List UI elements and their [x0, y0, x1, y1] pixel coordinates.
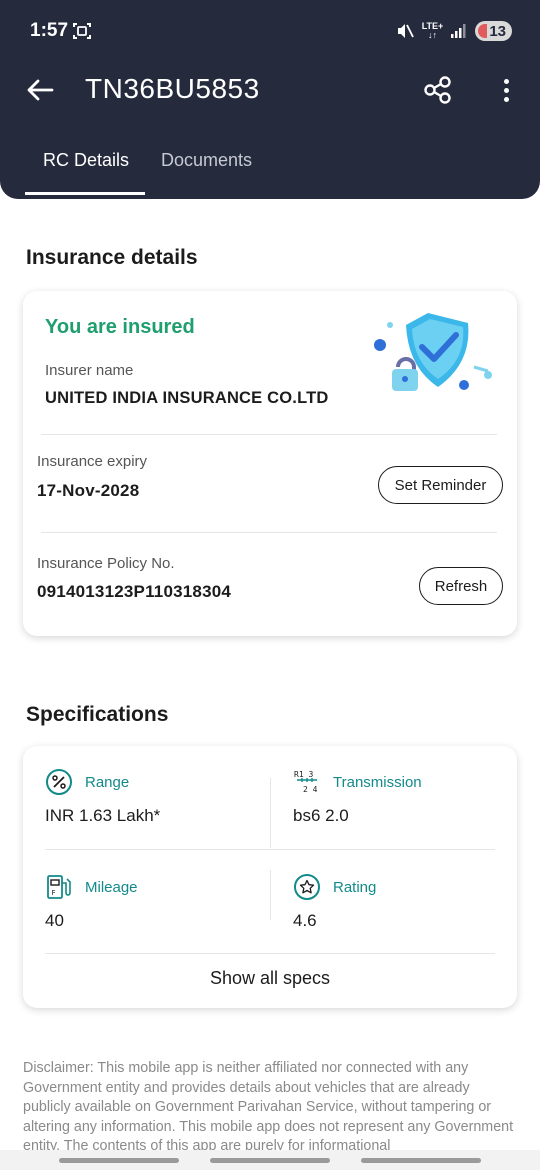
page-title: TN36BU5853 [85, 73, 260, 104]
percent-icon [45, 768, 73, 796]
status-right: LTE+ ↓↑ 13 [396, 20, 512, 42]
more-dot-icon [503, 87, 509, 93]
spec-value: 4.6 [293, 911, 317, 930]
back-button[interactable] [24, 74, 56, 106]
signal-icon [451, 24, 466, 38]
spec-value: 40 [45, 911, 64, 930]
app-bar: TN36BU5853 [0, 62, 540, 118]
spec-value: INR 1.63 Lakh* [45, 806, 161, 825]
insured-status: You are insured [45, 316, 195, 338]
more-dot-icon [503, 78, 509, 84]
specifications-section-title: Specifications [26, 703, 169, 726]
divider [45, 849, 495, 850]
status-time: 1:57 [30, 20, 69, 41]
lte-indicator: LTE+ ↓↑ [421, 21, 444, 40]
tab-rc-details[interactable]: RC Details [43, 150, 129, 171]
insurer-name-value: UNITED INDIA INSURANCE CO.LTD [45, 389, 329, 407]
spec-label: Mileage [85, 878, 138, 896]
star-icon [293, 873, 321, 901]
more-dot-icon [503, 96, 509, 102]
spec-mileage: F Mileage 40 [45, 873, 138, 931]
set-reminder-button[interactable]: Set Reminder [378, 466, 503, 504]
fuel-pump-icon: F [45, 873, 73, 901]
mute-icon [397, 24, 414, 38]
system-navigation-bar [0, 1150, 540, 1170]
nav-recents-button[interactable] [59, 1158, 179, 1163]
refresh-button[interactable]: Refresh [419, 567, 503, 605]
insurance-expiry-value: 17-Nov-2028 [37, 481, 140, 500]
spec-range: Range INR 1.63 Lakh* [45, 768, 160, 826]
spec-label: Range [85, 773, 130, 791]
insurance-section-title: Insurance details [26, 246, 198, 269]
arrow-left-icon [27, 79, 54, 101]
insurer-name-label: Insurer name [45, 362, 134, 379]
divider [270, 778, 271, 848]
header: 1:57 LTE+ ↓↑ 13 TN36BU5853 RC Details Do… [0, 0, 540, 199]
insurance-expiry-label: Insurance expiry [37, 453, 148, 470]
spec-label: Transmission [333, 773, 422, 791]
spec-label: Rating [333, 878, 377, 896]
gear-shift-icon: R1 3 2 4 [293, 768, 321, 796]
battery-indicator: 13 [475, 21, 512, 41]
svg-text:F: F [52, 889, 56, 897]
policy-number-label: Insurance Policy No. [37, 555, 175, 572]
divider [41, 532, 497, 533]
nav-home-button[interactable] [210, 1158, 330, 1163]
tab-bar: RC Details Documents [0, 140, 540, 196]
share-icon [424, 76, 451, 104]
battery-level: 13 [489, 22, 506, 40]
status-bar: 1:57 LTE+ ↓↑ 13 [0, 0, 540, 62]
insurance-card: You are insured Insurer name UNITED INDI… [23, 291, 517, 636]
spec-value: bs6 2.0 [293, 806, 349, 825]
divider [41, 434, 497, 435]
disclaimer-text: Disclaimer: This mobile app is neither a… [23, 1060, 514, 1151]
specifications-card: Range INR 1.63 Lakh* R1 3 2 4 Transmissi… [23, 746, 517, 1008]
active-tab-indicator [25, 192, 145, 195]
screenshot-icon [73, 23, 91, 39]
svg-text:R1 3: R1 3 [294, 770, 313, 779]
spec-rating: Rating 4.6 [293, 873, 376, 931]
nav-back-button[interactable] [361, 1158, 481, 1163]
spec-transmission: R1 3 2 4 Transmission bs6 2.0 [293, 768, 422, 826]
more-options-button[interactable] [494, 74, 518, 106]
shield-lock-illustration [374, 313, 492, 391]
show-all-specs-button[interactable]: Show all specs [23, 968, 517, 989]
divider [270, 870, 271, 920]
svg-text:2 4: 2 4 [303, 785, 318, 794]
tab-documents[interactable]: Documents [161, 150, 252, 171]
divider [45, 953, 495, 954]
policy-number-value: 0914013123P110318304 [37, 582, 232, 601]
share-button[interactable] [422, 74, 454, 106]
